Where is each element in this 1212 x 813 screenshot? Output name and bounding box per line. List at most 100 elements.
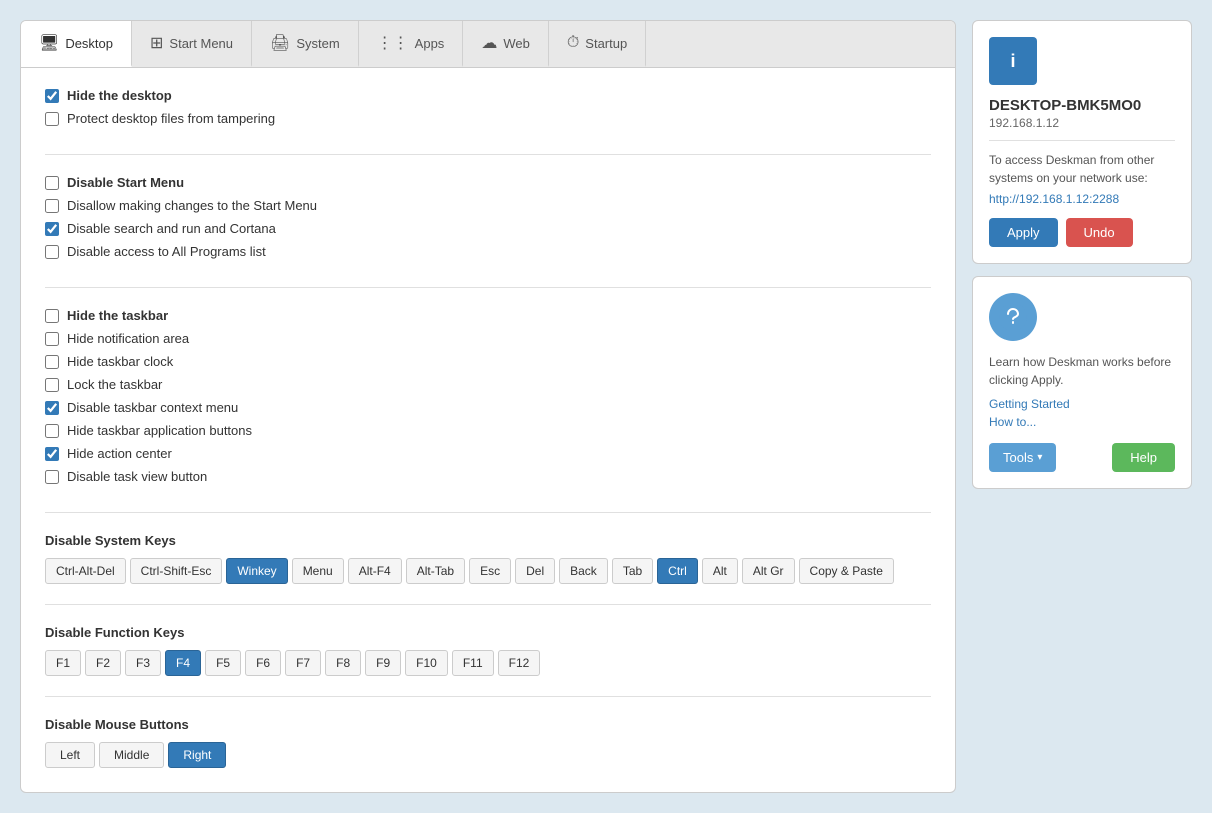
- disable-startmenu-label[interactable]: Disable Start Menu: [67, 175, 184, 190]
- tab-web[interactable]: ☁ Web: [463, 21, 549, 67]
- system-key-alt[interactable]: Alt: [702, 558, 738, 584]
- getting-started-link[interactable]: Getting Started: [989, 397, 1175, 411]
- hide-clock-row: Hide taskbar clock: [45, 354, 931, 369]
- app-layout: 🖥 Desktop ⊞ Start Menu 🖨 System ⋮⋮ Apps …: [20, 20, 1192, 793]
- disallow-changes-row: Disallow making changes to the Start Men…: [45, 198, 931, 213]
- tools-button[interactable]: Tools ▾: [989, 443, 1056, 472]
- device-url-link[interactable]: http://192.168.1.12:2288: [989, 192, 1119, 206]
- hide-desktop-checkbox[interactable]: [45, 89, 59, 103]
- startup-icon: ⏱: [567, 34, 579, 52]
- hide-action-center-label[interactable]: Hide action center: [67, 446, 172, 461]
- hide-app-buttons-label[interactable]: Hide taskbar application buttons: [67, 423, 252, 438]
- lock-taskbar-label[interactable]: Lock the taskbar: [67, 377, 162, 392]
- hide-app-buttons-row: Hide taskbar application buttons: [45, 423, 931, 438]
- apply-button[interactable]: Apply: [989, 218, 1058, 247]
- hide-action-center-checkbox[interactable]: [45, 447, 59, 461]
- tools-label: Tools: [1003, 450, 1033, 465]
- hide-desktop-label[interactable]: Hide the desktop: [67, 88, 172, 103]
- mouse-buttons-group: LeftMiddleRight: [45, 742, 931, 768]
- system-key-esc[interactable]: Esc: [469, 558, 511, 584]
- hide-taskbar-label[interactable]: Hide the taskbar: [67, 308, 168, 323]
- disallow-changes-checkbox[interactable]: [45, 199, 59, 213]
- system-key-alt-f4[interactable]: Alt-F4: [348, 558, 402, 584]
- fn-key-f5[interactable]: F5: [205, 650, 241, 676]
- main-panel: 🖥 Desktop ⊞ Start Menu 🖨 System ⋮⋮ Apps …: [20, 20, 956, 793]
- hide-app-buttons-checkbox[interactable]: [45, 424, 59, 438]
- mouse-btn-right[interactable]: Right: [168, 742, 226, 768]
- disable-context-checkbox[interactable]: [45, 401, 59, 415]
- fn-key-f10[interactable]: F10: [405, 650, 448, 676]
- fn-key-f1[interactable]: F1: [45, 650, 81, 676]
- function-keys-section: Disable Function Keys F1F2F3F4F5F6F7F8F9…: [45, 625, 931, 697]
- system-key-tab[interactable]: Tab: [612, 558, 653, 584]
- fn-key-f4[interactable]: F4: [165, 650, 201, 676]
- how-to-link[interactable]: How to...: [989, 415, 1175, 429]
- help-button[interactable]: Help: [1112, 443, 1175, 472]
- hide-notification-label[interactable]: Hide notification area: [67, 331, 189, 346]
- disable-search-label[interactable]: Disable search and run and Cortana: [67, 221, 276, 236]
- fn-key-f6[interactable]: F6: [245, 650, 281, 676]
- tab-system-label: System: [296, 36, 339, 51]
- fn-key-f3[interactable]: F3: [125, 650, 161, 676]
- help-description: Learn how Deskman works before clicking …: [989, 353, 1175, 389]
- tab-system[interactable]: 🖨 System: [252, 21, 359, 67]
- protect-files-label[interactable]: Protect desktop files from tampering: [67, 111, 275, 126]
- undo-button[interactable]: Undo: [1066, 218, 1133, 247]
- disable-all-programs-row: Disable access to All Programs list: [45, 244, 931, 259]
- mouse-buttons-section: Disable Mouse Buttons LeftMiddleRight: [45, 717, 931, 768]
- help-card-icon: [989, 293, 1037, 341]
- hide-clock-label[interactable]: Hide taskbar clock: [67, 354, 173, 369]
- disable-startmenu-checkbox[interactable]: [45, 176, 59, 190]
- fn-key-f2[interactable]: F2: [85, 650, 121, 676]
- fn-key-f9[interactable]: F9: [365, 650, 401, 676]
- tab-desktop-label: Desktop: [65, 36, 113, 51]
- tab-apps-label: Apps: [415, 36, 445, 51]
- function-keys-title: Disable Function Keys: [45, 625, 931, 640]
- system-key-copy-paste[interactable]: Copy & Paste: [799, 558, 894, 584]
- fn-key-f11[interactable]: F11: [452, 650, 494, 676]
- hide-clock-checkbox[interactable]: [45, 355, 59, 369]
- mouse-btn-middle[interactable]: Middle: [99, 742, 164, 768]
- hide-action-center-row: Hide action center: [45, 446, 931, 461]
- lock-taskbar-checkbox[interactable]: [45, 378, 59, 392]
- lock-taskbar-row: Lock the taskbar: [45, 377, 931, 392]
- help-footer: Tools ▾ Help: [989, 443, 1175, 472]
- system-key-del[interactable]: Del: [515, 558, 555, 584]
- disallow-changes-label[interactable]: Disallow making changes to the Start Men…: [67, 198, 317, 213]
- system-keys-section: Disable System Keys Ctrl-Alt-DelCtrl-Shi…: [45, 533, 931, 605]
- device-ip: 192.168.1.12: [989, 116, 1175, 130]
- disable-task-view-label[interactable]: Disable task view button: [67, 469, 207, 484]
- disable-all-programs-label[interactable]: Disable access to All Programs list: [67, 244, 266, 259]
- disable-search-checkbox[interactable]: [45, 222, 59, 236]
- system-key-ctrl[interactable]: Ctrl: [657, 558, 698, 584]
- disable-all-programs-checkbox[interactable]: [45, 245, 59, 259]
- tab-startup[interactable]: ⏱ Startup: [549, 21, 646, 67]
- tab-startup-label: Startup: [585, 36, 627, 51]
- system-key-alt-gr[interactable]: Alt Gr: [742, 558, 795, 584]
- system-key-back[interactable]: Back: [559, 558, 608, 584]
- tab-start-menu[interactable]: ⊞ Start Menu: [132, 21, 252, 67]
- fn-key-f12[interactable]: F12: [498, 650, 541, 676]
- tab-apps[interactable]: ⋮⋮ Apps: [359, 21, 464, 67]
- system-key-winkey[interactable]: Winkey: [226, 558, 287, 584]
- fn-key-f8[interactable]: F8: [325, 650, 361, 676]
- disable-context-label[interactable]: Disable taskbar context menu: [67, 400, 238, 415]
- system-keys-buttons: Ctrl-Alt-DelCtrl-Shift-EscWinkeyMenuAlt-…: [45, 558, 931, 584]
- system-key-ctrl-alt-del[interactable]: Ctrl-Alt-Del: [45, 558, 126, 584]
- desktop-section: Hide the desktop Protect desktop files f…: [45, 88, 931, 155]
- system-key-menu[interactable]: Menu: [292, 558, 344, 584]
- protect-files-checkbox[interactable]: [45, 112, 59, 126]
- fn-key-f7[interactable]: F7: [285, 650, 321, 676]
- system-key-alt-tab[interactable]: Alt-Tab: [406, 558, 465, 584]
- apps-icon: ⋮⋮: [377, 33, 409, 53]
- mouse-buttons-title: Disable Mouse Buttons: [45, 717, 931, 732]
- hide-notification-checkbox[interactable]: [45, 332, 59, 346]
- system-key-ctrl-shift-esc[interactable]: Ctrl-Shift-Esc: [130, 558, 223, 584]
- help-card: Learn how Deskman works before clicking …: [972, 276, 1192, 489]
- system-icon: 🖨: [270, 33, 290, 53]
- disable-startmenu-row: Disable Start Menu: [45, 175, 931, 190]
- hide-taskbar-checkbox[interactable]: [45, 309, 59, 323]
- mouse-btn-left[interactable]: Left: [45, 742, 95, 768]
- disable-task-view-checkbox[interactable]: [45, 470, 59, 484]
- tab-desktop[interactable]: 🖥 Desktop: [21, 21, 132, 67]
